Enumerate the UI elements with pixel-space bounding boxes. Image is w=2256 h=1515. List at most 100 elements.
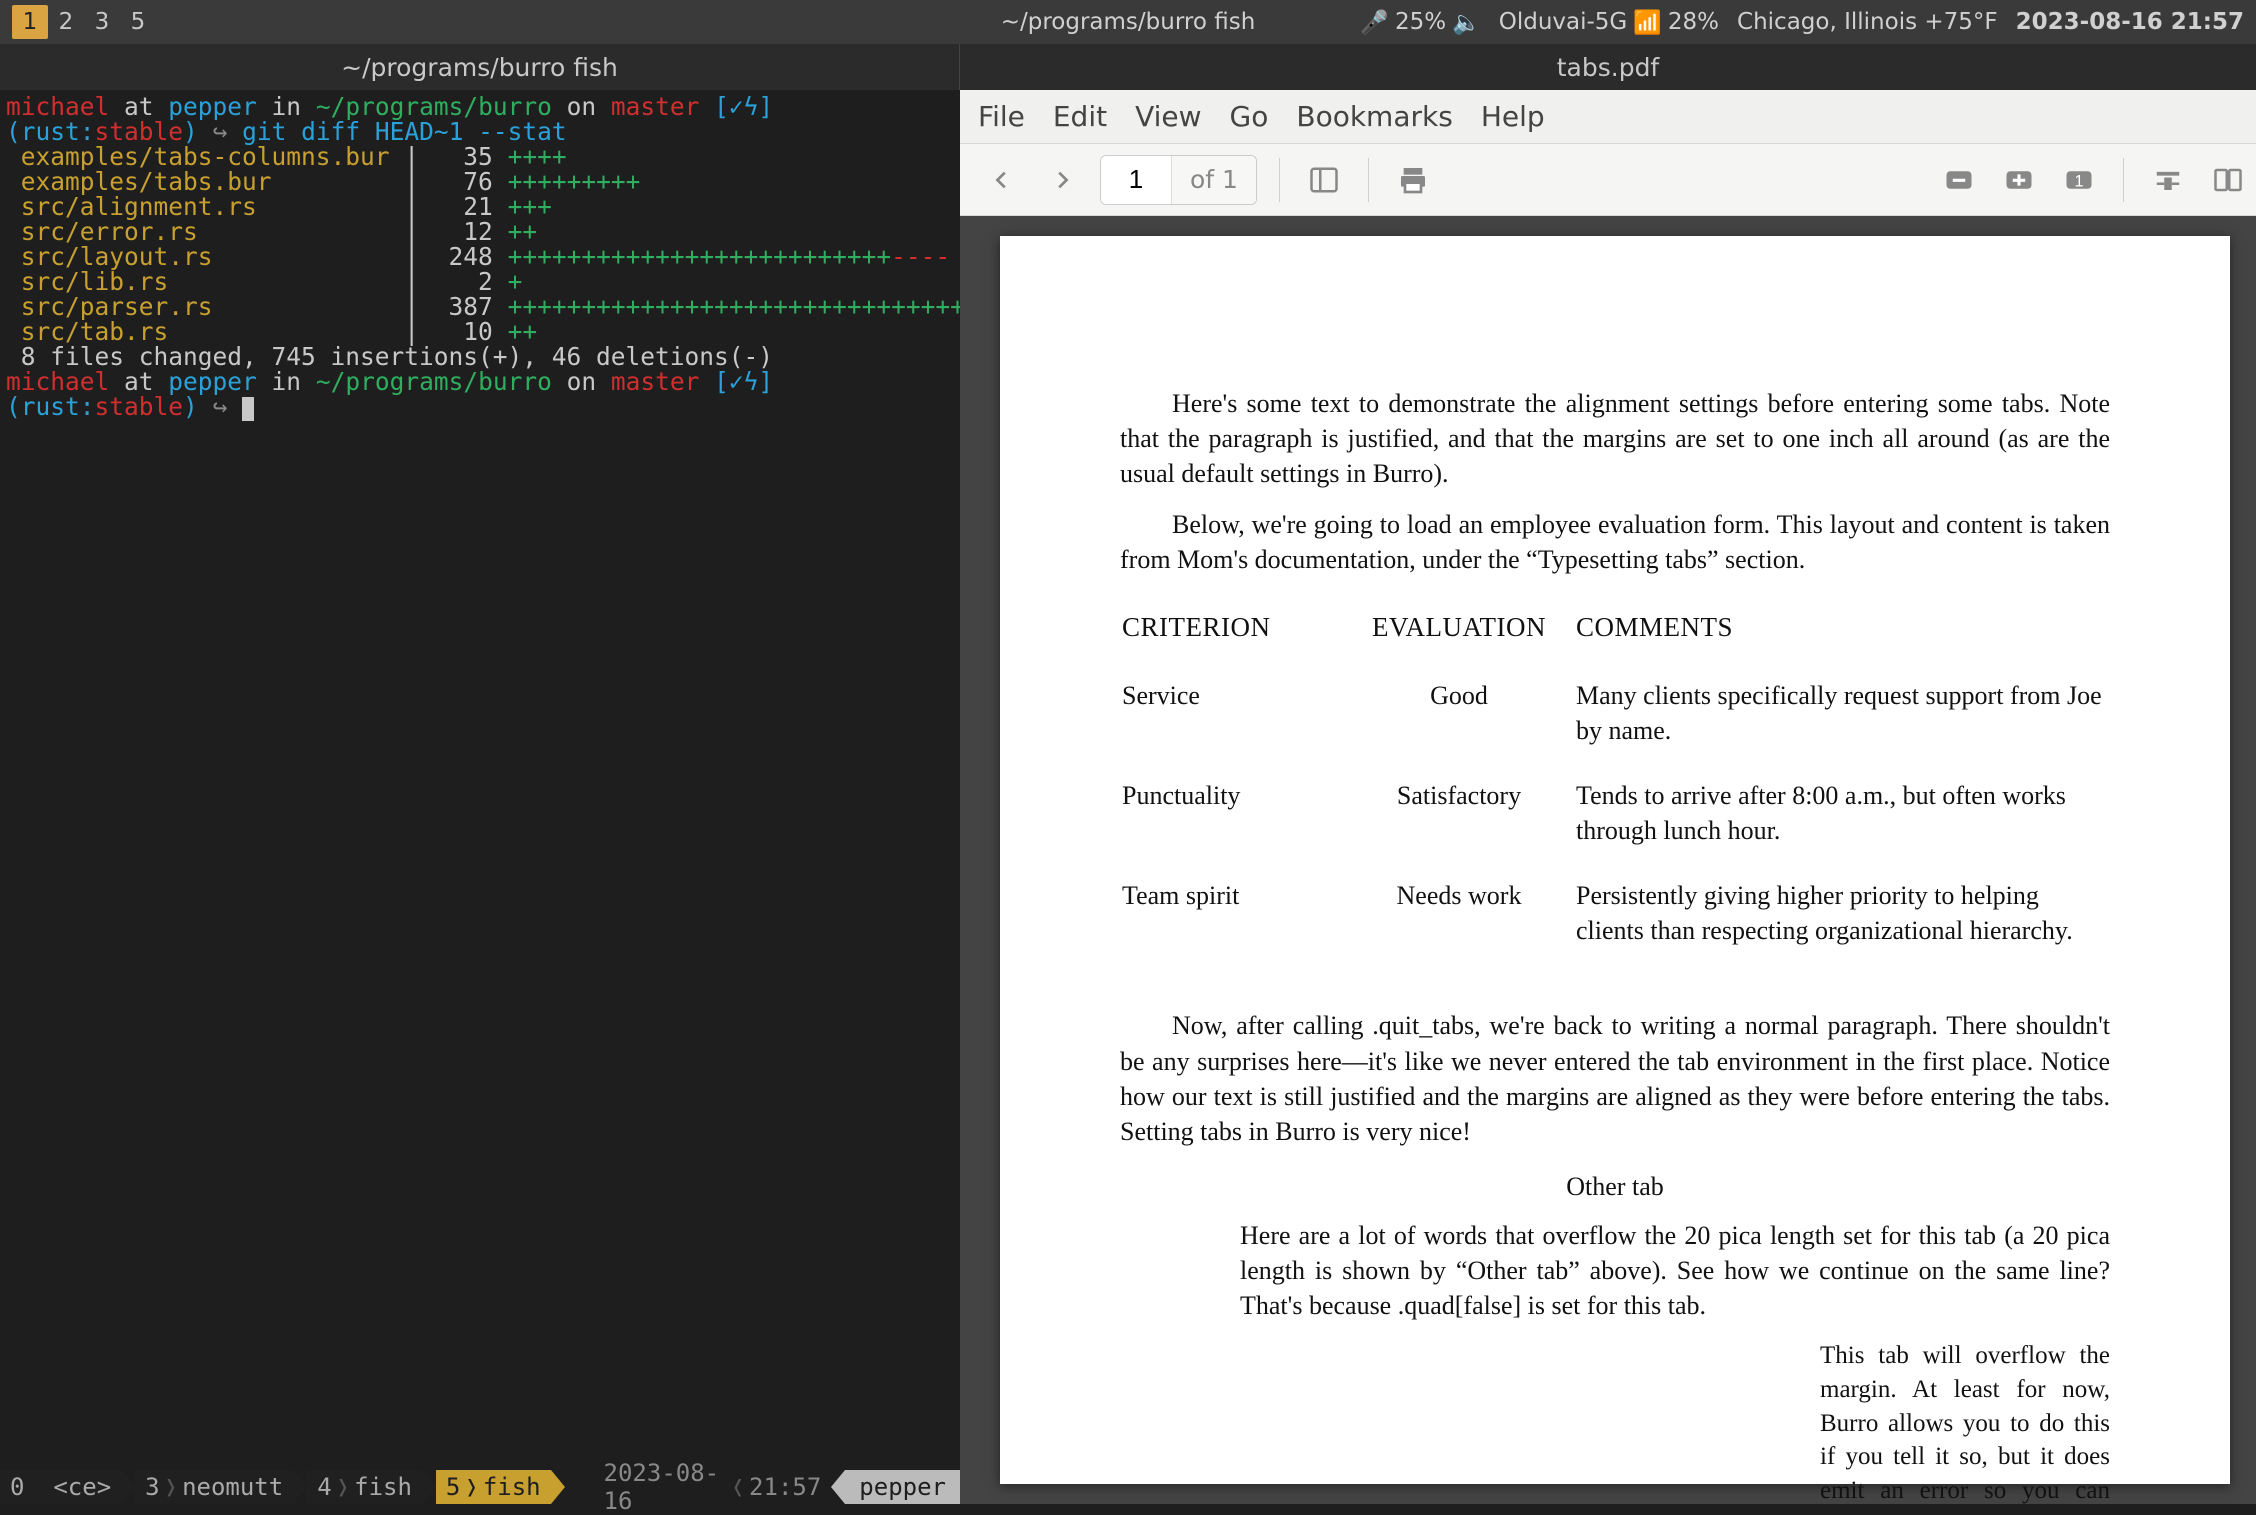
doc-para-1: Here's some text to demonstrate the alig… (1120, 386, 2110, 491)
tmux-window-0[interactable]: 0 <ce> (0, 1470, 121, 1504)
menu-help[interactable]: Help (1481, 100, 1545, 133)
cell-evaluation: Satisfactory (1344, 778, 1574, 876)
zoom-in-button[interactable] (1997, 158, 2041, 202)
window-title: ~/programs/burro fish (1001, 9, 1256, 35)
chevron-right-icon (1051, 169, 1073, 191)
tmux-idx: 0 (10, 1473, 24, 1501)
chevron-right-icon (551, 1470, 565, 1504)
left-pane-title: ~/programs/burro fish (0, 44, 960, 90)
dual-page-button[interactable] (2206, 158, 2250, 202)
page-of-label: of 1 (1171, 156, 1256, 204)
pdf-scroll-area[interactable]: Here's some text to demonstrate the alig… (960, 216, 2256, 1504)
wifi-icon: 📶 (1633, 9, 1662, 36)
prev-page-button[interactable] (980, 158, 1024, 202)
zoom-reset-button[interactable]: 1 (2057, 158, 2101, 202)
tmux-name: fish (483, 1473, 541, 1501)
sysbar-right: 🎤 25% 🔈 Olduvai-5G 📶 28% Chicago, Illino… (1360, 9, 2244, 36)
prompt2-branch: master (611, 367, 700, 396)
next-page-button[interactable] (1040, 158, 1084, 202)
minus-icon (1944, 165, 1974, 195)
cell-comments: Tends to arrive after 8:00 a.m., but oft… (1576, 778, 2108, 876)
cell-comments: Persistently giving higher priority to h… (1576, 878, 2108, 976)
tmux-name: <ce> (53, 1473, 111, 1501)
tmux-window-4[interactable]: 4 ❭ fish (307, 1470, 422, 1504)
menu-bookmarks[interactable]: Bookmarks (1296, 100, 1452, 133)
tmux-status-bar: 0 <ce> 3 ❭ neomutt 4 ❭ fish 5 ❭ fish (0, 1470, 960, 1504)
volume-icon: 🔈 (1452, 9, 1481, 36)
tmux-name: neomutt (182, 1473, 283, 1501)
microphone-status: 🎤 25% 🔈 (1360, 9, 1480, 36)
chevron-right-icon (293, 1470, 307, 1504)
right-pane-title: tabs.pdf (960, 44, 2256, 90)
prompt2-status: ✓ϟ (729, 367, 759, 396)
workspace-5[interactable]: 5 (120, 9, 156, 35)
print-button[interactable] (1391, 158, 1435, 202)
tmux-window-3[interactable]: 3 ❭ neomutt (135, 1470, 293, 1504)
pdf-viewer-pane: File Edit View Go Bookmarks Help of 1 (960, 90, 2256, 1504)
cell-criterion: Punctuality (1122, 778, 1342, 876)
clock: 2023-08-16 21:57 (2016, 9, 2244, 35)
terminal-pane[interactable]: michael at pepper in ~/programs/burro on… (0, 90, 960, 1504)
system-bar: 1 2 3 5 ~/programs/burro fish 🎤 25% 🔈 Ol… (0, 0, 2256, 44)
prompt-branch: master (611, 92, 700, 121)
doc-table: CRITERION EVALUATION COMMENTS Service Go… (1120, 607, 2110, 978)
diff-plus-6: ++++++++++++++++++++++++++++++++++++++++… (508, 292, 960, 321)
cell-evaluation: Needs work (1344, 878, 1574, 976)
tmux-host: pepper (845, 1470, 960, 1504)
toolbar-divider (2123, 158, 2124, 202)
table-header-row: CRITERION EVALUATION COMMENTS (1122, 609, 2108, 675)
doc-para-3: Now, after calling .quit_tabs, we're bac… (1120, 1008, 2110, 1148)
cell-evaluation: Good (1344, 678, 1574, 776)
sidepane-icon (1309, 165, 1339, 195)
menu-edit[interactable]: Edit (1053, 100, 1107, 133)
fit-width-button[interactable] (2146, 158, 2190, 202)
page-number-input[interactable] (1101, 156, 1171, 204)
toolbar-divider (1279, 158, 1280, 202)
doc-para-5: This tab will overflow the margin. At le… (1120, 1339, 2110, 1504)
cursor[interactable] (242, 397, 254, 421)
chevron-left-icon (991, 169, 1013, 191)
prompt2-path: ~/programs/burro (316, 367, 552, 396)
chevron-right-icon: ❭ (332, 1473, 354, 1501)
tmux-time: 21:57 (749, 1473, 821, 1501)
one-icon: 1 (2064, 165, 2094, 195)
page-number-box: of 1 (1100, 155, 1257, 205)
chevron-right-icon (422, 1470, 436, 1504)
main-split: michael at pepper in ~/programs/burro on… (0, 90, 2256, 1504)
cell-comments: Many clients specifically request suppor… (1576, 678, 2108, 776)
fit-width-icon (2153, 165, 2183, 195)
tmux-window-5-active[interactable]: 5 ❭ fish (436, 1470, 551, 1504)
doc-para-2: Below, we're going to load an employee e… (1120, 507, 2110, 577)
diff-plus-4: ++++++++++++++++++++++++++ (508, 242, 892, 271)
chevron-right-icon (121, 1470, 135, 1504)
workspace-2[interactable]: 2 (48, 9, 84, 35)
workspace-3[interactable]: 3 (84, 9, 120, 35)
chevron-left-icon (831, 1470, 845, 1504)
microphone-icon: 🎤 (1360, 9, 1389, 36)
table-row: Team spirit Needs work Persistently givi… (1122, 878, 2108, 976)
terminal-output[interactable]: michael at pepper in ~/programs/burro on… (0, 90, 960, 1470)
th-comments: COMMENTS (1576, 609, 2108, 675)
tmux-idx: 5 (446, 1473, 460, 1501)
menu-go[interactable]: Go (1230, 100, 1269, 133)
tmux-date: 2023-08-16 (604, 1459, 727, 1515)
sidepane-toggle-button[interactable] (1302, 158, 1346, 202)
viewer-menubar: File Edit View Go Bookmarks Help (960, 90, 2256, 144)
cell-criterion: Team spirit (1122, 878, 1342, 976)
table-row: Service Good Many clients specifically r… (1122, 678, 2108, 776)
svg-text:1: 1 (2074, 172, 2083, 190)
wifi-pct: 28% (1668, 9, 1719, 35)
doc-other-tab: Other tab (1120, 1169, 2110, 1204)
workspace-1[interactable]: 1 (12, 5, 48, 39)
th-criterion: CRITERION (1122, 609, 1342, 675)
viewer-toolbar: of 1 1 (960, 144, 2256, 216)
tmux-idx: 3 (145, 1473, 159, 1501)
menu-view[interactable]: View (1135, 100, 1201, 133)
zoom-out-button[interactable] (1937, 158, 1981, 202)
weather-text: Chicago, Illinois +75°F (1737, 9, 1998, 35)
dual-page-icon (2213, 165, 2243, 195)
printer-icon (1397, 164, 1429, 196)
wifi-status: Olduvai-5G 📶 28% (1499, 9, 1719, 36)
menu-file[interactable]: File (978, 100, 1025, 133)
doc-para-4: Here are a lot of words that overflow th… (1120, 1218, 2110, 1323)
